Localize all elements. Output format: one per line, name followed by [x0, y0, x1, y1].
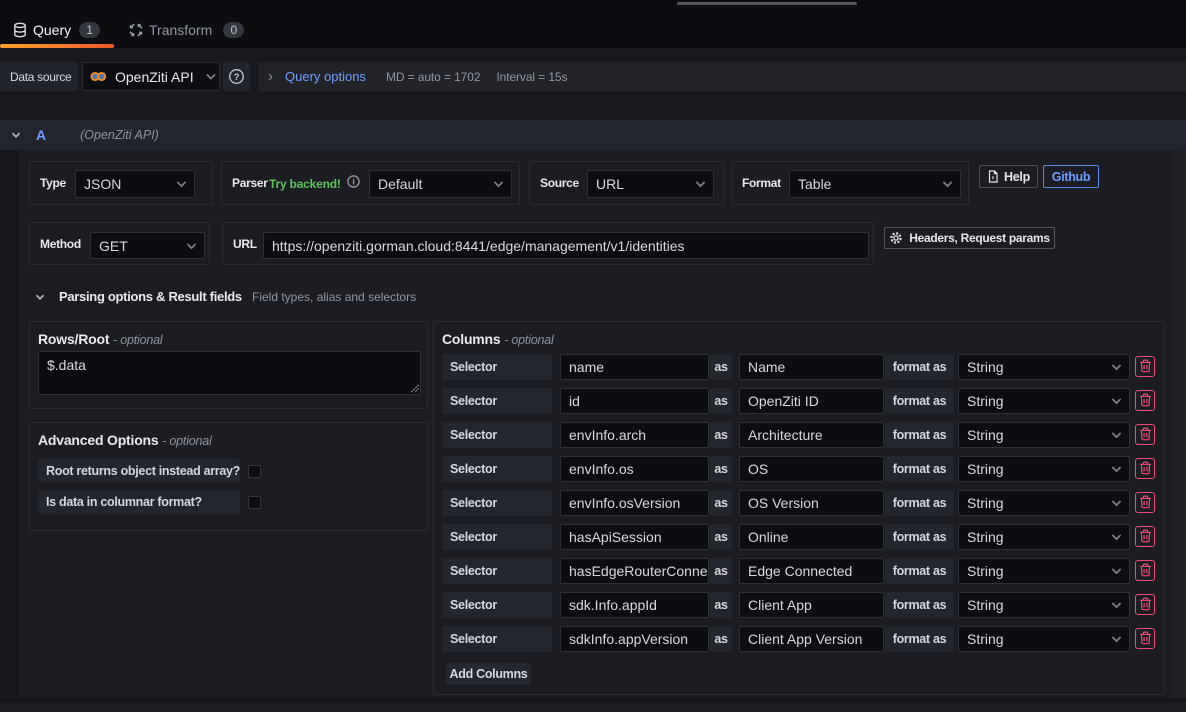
- svg-text:i: i: [352, 177, 354, 187]
- svg-text:?: ?: [234, 72, 240, 83]
